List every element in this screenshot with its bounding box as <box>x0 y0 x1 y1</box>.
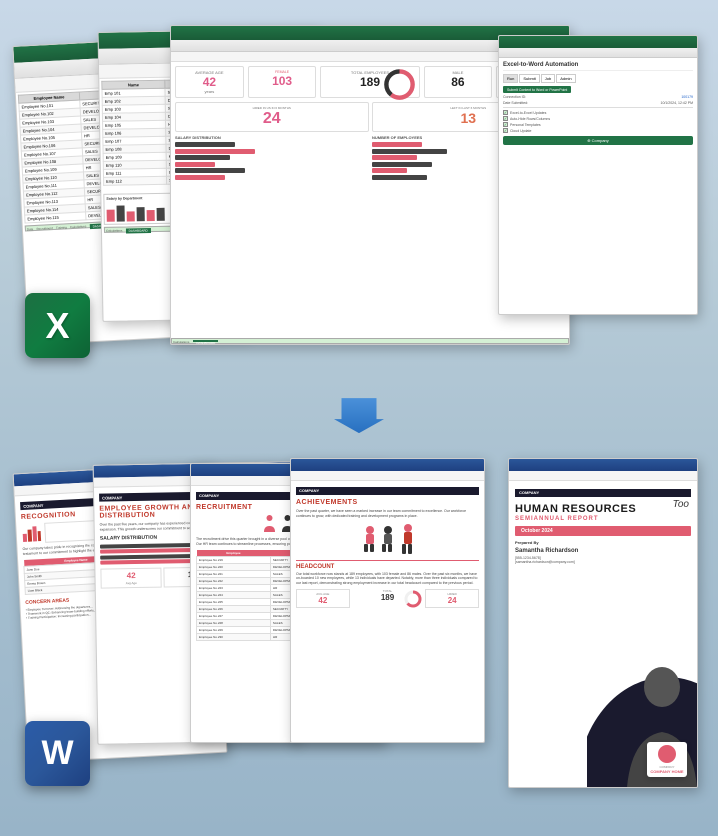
hr-header-bar: COMPANY <box>515 489 691 497</box>
checkbox-templates: ✓ Personal Templates <box>503 122 693 127</box>
main-container: Employee NameDeptCountryGenderSalary Emp… <box>0 0 718 836</box>
donut-chart <box>382 67 417 102</box>
company-logo-circle <box>658 745 676 763</box>
word-header-bar-4: COMPANY <box>296 487 479 495</box>
female-stat: FEMALE 103 <box>248 66 317 98</box>
too-text: Too <box>673 499 689 510</box>
hr-report-content: COMPANY HUMAN RESOURCES SEMIANNUAL REPOR… <box>509 481 697 788</box>
hired-stat: HIRED IN US IN 6 MONTHS 24 <box>175 102 369 132</box>
company-button[interactable]: ⊕ Company <box>503 136 693 145</box>
dashboard-footer-tabs: Calculations DASHBOARD <box>171 338 569 344</box>
excel-logo-inner: X <box>25 293 90 358</box>
panel-content: Excel-to-Word Automation Run Submit Job … <box>499 58 697 149</box>
headcount-stats: AVG AGE 42 TOTAL 189 HIRED <box>296 589 479 608</box>
excel-logo: X <box>25 293 90 358</box>
tab-submit[interactable]: Submit <box>519 74 539 83</box>
checkbox-cloud: ✓ Cloud Update <box>503 128 693 133</box>
excel-ribbon-4 <box>499 36 697 48</box>
word-toolbar-4 <box>291 471 484 481</box>
arrow-shaft <box>334 398 384 433</box>
salary-dist-chart: SALARY DISTRIBUTION <box>175 135 368 181</box>
tab-job[interactable]: Job <box>541 74 555 83</box>
recognition-icon <box>21 523 42 544</box>
word-body-achievements: COMPANY ACHIEVEMENTS Over the past quart… <box>291 481 484 742</box>
top-section: Employee NameDeptCountryGenderSalary Emp… <box>20 20 698 408</box>
total-employees-stat: TOTAL EMPLOYEES 189 <box>320 66 419 98</box>
word-ribbon-5 <box>509 459 697 471</box>
submit-button[interactable]: Submit Content to Word or PowerPoint <box>503 86 571 93</box>
word-logo: W <box>25 721 90 786</box>
company-badge: COMPANY COMPANY HOME <box>647 742 687 777</box>
checkbox-autohide: ✓ Auto-Hide Rows/Columns <box>503 116 693 121</box>
tab-admin[interactable]: Admin <box>556 74 575 83</box>
excel-automation-panel: Excel-to-Word Automation Run Submit Job … <box>498 35 698 315</box>
bottom-section: COMPANY RECOGNITION Chart <box>20 458 698 816</box>
headcount-title: HEADCOUNT <box>296 564 479 570</box>
business-illustration <box>296 522 479 557</box>
word-card-hr-report: COMPANY HUMAN RESOURCES SEMIANNUAL REPOR… <box>508 458 698 788</box>
word-ribbon-4 <box>291 459 484 471</box>
avg-age-stat: AVERAGE AGE 42 years <box>175 66 244 98</box>
word-logo-inner: W <box>25 721 90 786</box>
word-card-achievements: COMPANY ACHIEVEMENTS Over the past quart… <box>290 458 485 743</box>
direction-arrow <box>20 398 698 458</box>
panel-tabs: Run Submit Job Admin <box>503 74 693 83</box>
male-stat: MALE 86 <box>424 66 493 98</box>
excel-menu-4 <box>499 48 697 58</box>
connection-info: Connection ID: 100179 <box>503 95 693 99</box>
date-submitted: Date Submitted: 10/1/2024, 12:42 PM <box>503 101 693 105</box>
hr-date-badge: October 2024 <box>515 526 691 536</box>
checkbox-excel: ✓ Excel-to-Excel Updates <box>503 110 693 115</box>
tab-run[interactable]: Run <box>503 74 518 83</box>
checkboxes-section: ✓ Excel-to-Excel Updates ✓ Auto-Hide Row… <box>503 110 693 133</box>
word-toolbar-5 <box>509 471 697 481</box>
